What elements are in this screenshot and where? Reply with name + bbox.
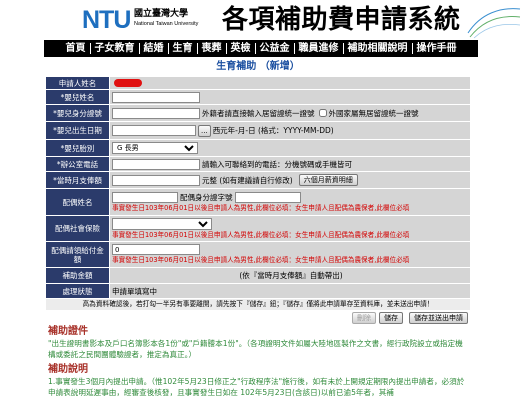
nav-item-childbirth[interactable]: 生育 [167,43,197,54]
subsidy-amount-text: (依『當時月支俸額』自動帶出) [239,271,343,280]
save-button[interactable]: 儲存 [379,312,403,324]
baby-name-input[interactable] [112,91,200,103]
spouse-insurance-label: 配偶社會保險 [46,216,110,241]
baby-birth-input[interactable] [112,125,196,136]
university-name-zh: 國立臺灣大學 [134,9,189,19]
instructions-text: 1.事實發生3個月內提出申請。（惟102年5月23日修正之"行政程序法"施行後，… [48,377,465,397]
row-baby-id: *嬰兒身分證號 外籍者請直接輸入居留證統一證號 外國家屬無居留證統一證號 [46,105,470,122]
baby-id-label: *嬰兒身分證號 [46,105,110,121]
nav-item-funeral[interactable]: 喪葬 [196,43,226,54]
spouse-name-cell: 配偶身分證字號 事實發生日103年06月01日以後且申請人為男性,此欄位必填：女… [110,189,470,215]
spouse-benefit-cell: 事實發生日103年06月01日以後且申請人為男性,此欄位必填：女生申請人且配偶為… [110,242,470,267]
status-label: 處理狀態 [46,284,110,298]
office-phone-input[interactable] [112,158,200,170]
spouse-insurance-select[interactable] [112,217,212,230]
redacted-name-mark [114,79,142,87]
monthly-salary-input[interactable] [112,174,200,186]
nav-item-english-test[interactable]: 英檢 [225,43,255,54]
baby-name-label: *嬰兒姓名 [46,90,110,104]
spouse-id-input[interactable] [234,191,301,203]
subsidy-amount-cell: (依『當時月支俸額』自動帶出) [110,268,470,283]
application-form: 申請人姓名 *嬰兒姓名 *嬰兒身分證號 外籍者請直接輸入居留證統一證號 外國家屬… [46,77,470,325]
office-phone-hint: 請輸入可聯絡到的電話：分機號碼或手機皆可 [202,159,352,169]
baby-id-cell: 外籍者請直接輸入居留證統一證號 外國家屬無居留證統一證號 [110,105,470,121]
nav-item-welfare-fund[interactable]: 公益金 [254,43,294,54]
site-header: NTU 國立臺灣大學 National Taiwan University 各項… [0,0,527,40]
nav-item-staff-training[interactable]: 職員進修 [293,43,343,54]
nav-item-child-education[interactable]: 子女教育 [89,43,139,54]
spouse-name-input[interactable] [112,191,178,203]
baby-order-label: *嬰兒胎別 [46,140,110,156]
subsidy-amount-label: 補助金額 [46,268,110,283]
delete-button[interactable]: 刪除 [352,312,376,324]
status-cell: 申請單填寫中 [110,284,470,298]
applicant-name-value [110,77,470,89]
baby-birth-hint: 西元年-月-日 (格式：YYYY-MM-DD) [212,126,334,135]
spouse-insurance-line [112,217,214,230]
spouse-insurance-cell: 事實發生日103年06月01日以後且申請人為男性,此欄位必填：女生申請人且配偶為… [110,216,470,241]
row-spouse-name: 配偶姓名 配偶身分證字號 事實發生日103年06月01日以後且申請人為男性,此欄… [46,189,470,216]
row-applicant-name: 申請人姓名 [46,77,470,90]
row-status: 處理狀態 申請單填寫中 [46,284,470,299]
save-reminder-note: 高為資料確認後，若打勾一半另有事要離開，請先按下『儲存』鈕；『儲存』僅將此申請單… [46,299,470,311]
baby-birth-label: *嬰兒出生日期 [46,122,110,139]
main-nav: 首頁 子女教育 結婚 生育 喪葬 英檢 公益金 職員進修 補助相關說明 操作手冊 [44,40,478,57]
spouse-benefit-line [112,244,202,255]
nav-item-home[interactable]: 首頁 [62,43,90,54]
baby-id-hint: 外籍者請直接輸入居留證統一證號 [202,108,315,118]
spouse-name-line: 配偶身分證字號 [112,191,303,203]
system-title: 各項補助費申請系統 [222,5,461,35]
instructions-heading: 補助說明 [48,364,88,375]
nav-item-subsidy-info[interactable]: 補助相關說明 [342,43,412,54]
row-monthly-salary: *當時月支俸額 元整 (如有建議請自行修改) 六個月薪資明細 [46,172,470,189]
ntu-logo[interactable]: NTU [82,7,131,33]
header-decoration [467,8,521,39]
row-baby-name: *嬰兒姓名 [46,90,470,105]
spouse-benefit-input[interactable] [112,244,200,255]
salary-detail-button[interactable]: 六個月薪資明細 [298,174,358,186]
monthly-salary-cell: 元整 (如有建議請自行修改) 六個月薪資明細 [110,172,470,188]
spouse-id-label: 配偶身分證字號 [180,192,233,202]
row-spouse-benefit: 配偶請領給付金額 事實發生日103年06月01日以後且申請人為男性,此欄位必填：… [46,242,470,268]
baby-birth-cell: ... 西元年-月-日 (格式：YYYY-MM-DD) [110,122,470,139]
no-residence-id-label[interactable]: 外國家屬無居留證統一證號 [329,109,419,118]
spouse-name-label: 配偶姓名 [46,189,110,215]
required-documents-text: "出生證明書影本及戶口名簿影本各1份"或"戶籍謄本1份"。（各項證明文件如屬大陸… [48,339,463,359]
spouse-name-required-note: 事實發生日103年06月01日以後且申請人為男性,此欄位必填：女生申請人且配偶為… [112,203,410,212]
university-name-en: National Taiwan University [134,21,199,27]
required-documents-section: 補助證件 "出生證明書影本及戶口名簿影本各1份"或"戶籍謄本1份"。（各項證明文… [48,326,470,360]
row-baby-order: *嬰兒胎別 G 長男 [46,140,470,157]
monthly-salary-label: *當時月支俸額 [46,172,110,188]
office-phone-cell: 請輸入可聯絡到的電話：分機號碼或手機皆可 [110,157,470,171]
baby-name-cell [110,90,470,104]
spouse-insurance-required-note: 事實發生日103年06月01日以後且申請人為男性,此欄位必填：女生申請人且配偶為… [112,230,410,239]
status-text: 申請單填寫中 [112,286,157,296]
baby-order-select[interactable]: G 長男 [112,142,198,154]
applicant-name-label: 申請人姓名 [46,77,110,89]
date-picker-button[interactable]: ... [198,124,211,137]
baby-id-input[interactable] [112,107,200,119]
form-actions: 刪除 儲存 儲存並送出申請 [46,311,470,325]
required-documents-heading: 補助證件 [48,326,88,337]
no-residence-id-checkbox[interactable] [318,109,327,117]
nav-item-marriage[interactable]: 結婚 [138,43,168,54]
instructions-section: 補助說明 1.事實發生3個月內提出申請。（惟102年5月23日修正之"行政程序法… [48,364,470,398]
office-phone-label: *辦公室電話 [46,157,110,171]
save-submit-button[interactable]: 儲存並送出申請 [409,312,468,324]
spouse-benefit-label: 配偶請領給付金額 [46,242,110,267]
baby-order-cell: G 長男 [110,140,470,156]
row-spouse-insurance: 配偶社會保險 事實發生日103年06月01日以後且申請人為男性,此欄位必填：女生… [46,216,470,242]
row-baby-birth: *嬰兒出生日期 ... 西元年-月-日 (格式：YYYY-MM-DD) [46,122,470,140]
spouse-benefit-required-note: 事實發生日103年06月01日以後且申請人為男性,此欄位必填：女生申請人且配偶為… [112,256,410,264]
nav-item-manual[interactable]: 操作手冊 [411,43,461,54]
monthly-salary-unit: 元整 (如有建議請自行修改) [202,175,293,185]
row-office-phone: *辦公室電話 請輸入可聯絡到的電話：分機號碼或手機皆可 [46,157,470,172]
page-title: 生育補助 （新增） [216,61,300,72]
row-subsidy-amount: 補助金額 (依『當時月支俸額』自動帶出) [46,268,470,284]
